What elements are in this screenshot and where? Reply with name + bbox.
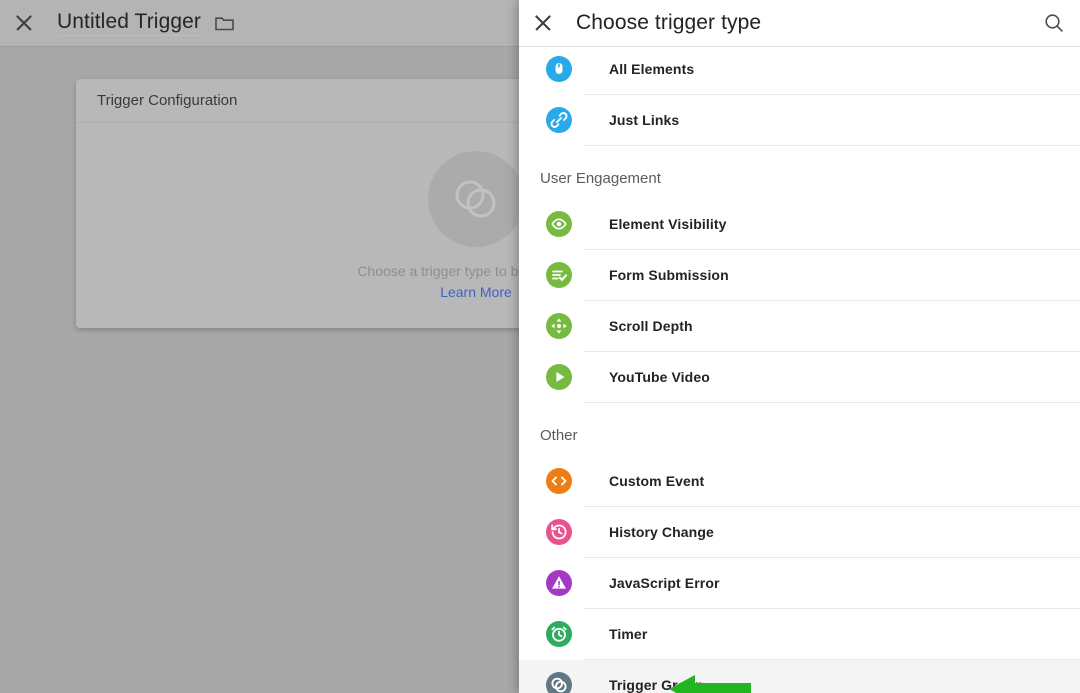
link-icon <box>546 107 572 133</box>
trigger-type-row[interactable]: Form Submission <box>519 250 1080 300</box>
trigger-type-label: Timer <box>609 626 648 642</box>
trigger-type-list[interactable]: All Elements Just Links User Engagement Ele… <box>519 44 1080 693</box>
trigger-type-label: Scroll Depth <box>609 318 693 334</box>
trigger-type-row[interactable]: YouTube Video <box>519 352 1080 402</box>
play-icon <box>546 364 572 390</box>
trigger-type-row[interactable]: All Elements <box>519 44 1080 94</box>
section-title: User Engagement <box>540 170 661 187</box>
trigger-type-label: History Change <box>609 524 714 540</box>
trigger-type-row[interactable]: Trigger Group <box>519 660 1080 693</box>
trigger-type-label: Trigger Group <box>609 677 704 693</box>
panel-header: Choose trigger type <box>519 0 1080 47</box>
screen-root: Untitled Trigger Trigger Configuration C… <box>0 0 1080 693</box>
mouse-click-icon <box>546 56 572 82</box>
trigger-type-label: Custom Event <box>609 473 705 489</box>
close-icon[interactable] <box>13 12 35 34</box>
trigger-type-row[interactable]: Custom Event <box>519 456 1080 506</box>
close-icon[interactable] <box>532 12 554 34</box>
section-title: Other <box>540 427 578 444</box>
scroll-arrows-icon <box>546 313 572 339</box>
trigger-type-row[interactable]: History Change <box>519 507 1080 557</box>
eye-icon <box>546 211 572 237</box>
panel-title: Choose trigger type <box>576 11 762 34</box>
trigger-type-row[interactable]: Element Visibility <box>519 199 1080 249</box>
learn-more-link[interactable]: Learn More <box>440 284 512 300</box>
history-clock-icon <box>546 519 572 545</box>
trigger-type-row[interactable]: Just Links <box>519 95 1080 145</box>
code-brackets-icon <box>546 468 572 494</box>
trigger-type-label: All Elements <box>609 61 695 77</box>
search-icon[interactable] <box>1042 11 1066 35</box>
trigger-name-field[interactable]: Untitled Trigger <box>57 10 201 36</box>
choose-trigger-type-panel: Choose trigger type All Elements Just Lin… <box>519 0 1080 693</box>
trigger-type-label: Just Links <box>609 112 680 128</box>
trigger-group-illustration <box>428 151 524 247</box>
trigger-type-row[interactable]: Scroll Depth <box>519 301 1080 351</box>
warning-triangle-icon <box>546 570 572 596</box>
form-check-icon <box>546 262 572 288</box>
trigger-type-label: JavaScript Error <box>609 575 720 591</box>
trigger-type-label: YouTube Video <box>609 369 710 385</box>
trigger-type-row[interactable]: JavaScript Error <box>519 558 1080 608</box>
folder-icon[interactable] <box>215 16 234 31</box>
alarm-clock-icon <box>546 621 572 647</box>
trigger-type-row[interactable]: Timer <box>519 609 1080 659</box>
trigger-type-label: Form Submission <box>609 267 729 283</box>
trigger-group-icon <box>546 672 572 693</box>
trigger-type-label: Element Visibility <box>609 216 727 232</box>
